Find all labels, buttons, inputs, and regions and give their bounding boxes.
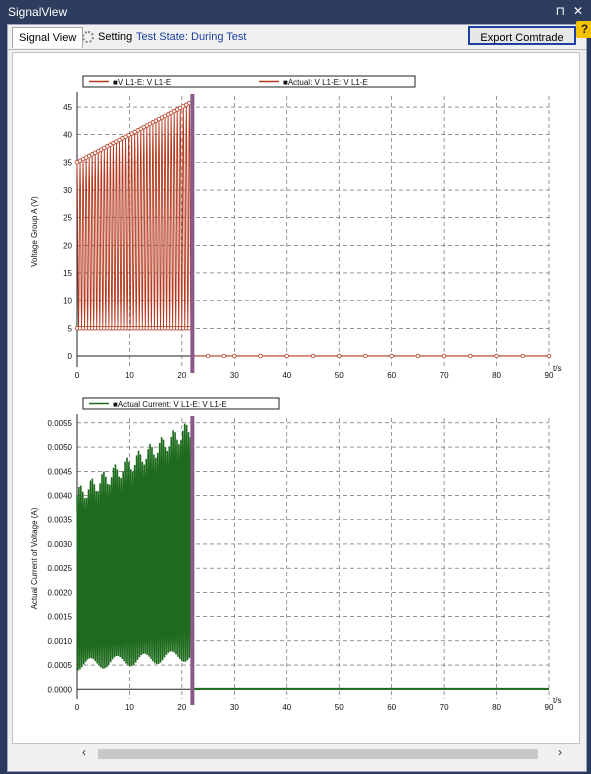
- test-state-label: Test State: During Test: [136, 31, 247, 43]
- voltage-xtick-label: 20: [177, 371, 186, 380]
- voltage-legend-label: ■V L1-E: V L1-E: [113, 78, 171, 87]
- voltage-ytick-label: 45: [63, 103, 72, 112]
- current-ytick-label: 0.0025: [48, 564, 73, 573]
- voltage-actual-point: [258, 353, 263, 359]
- tab-signal-view[interactable]: Signal View: [12, 27, 84, 48]
- voltage-actual-point: [415, 353, 421, 359]
- voltage-ytick-label: 20: [63, 241, 72, 250]
- scrollbar-thumb[interactable]: [98, 749, 538, 759]
- voltage-xtick-label: 60: [387, 371, 396, 380]
- voltage-ytick-label: 35: [63, 158, 72, 167]
- voltage-xtick-label: 30: [230, 371, 239, 380]
- voltage-actual-point: [284, 353, 289, 359]
- voltage-legend-label: ■Actual: V L1-E: V L1-E: [283, 78, 368, 87]
- voltage-actual-point: [520, 353, 525, 359]
- voltage-actual-point: [337, 353, 342, 359]
- current-xunit-label: t/s: [553, 696, 561, 705]
- voltage-xunit-label: t/s: [553, 364, 561, 373]
- window-title: SignalView: [8, 5, 68, 19]
- voltage-actual-point: [221, 353, 227, 359]
- help-icon[interactable]: ?: [576, 21, 591, 38]
- voltage-actual-point: [389, 353, 394, 359]
- scroll-right-icon[interactable]: ›: [558, 745, 562, 759]
- tab-setting-label: Setting: [98, 31, 133, 43]
- current-ytick-label: 0.0005: [48, 661, 73, 670]
- current-ytick-label: 0.0040: [48, 492, 73, 501]
- current-ytick-label: 0.0045: [48, 467, 73, 476]
- current-xtick-label: 0: [75, 703, 80, 712]
- current-chart: ■Actual Current: V L1-E: V L1-E 0.0000 0.0…: [30, 397, 561, 712]
- current-cursor-line: [190, 416, 195, 705]
- voltage-actual-point: [546, 353, 552, 359]
- current-xtick-label: 60: [387, 703, 396, 712]
- current-xtick-label: 20: [177, 703, 186, 712]
- export-comtrade-button[interactable]: Export Comtrade ...: [468, 26, 576, 63]
- voltage-ytick-label: 0: [68, 352, 73, 361]
- current-xtick-label: 30: [230, 703, 239, 712]
- current-ytick-label: 0.0035: [48, 516, 73, 525]
- voltage-actual-point: [310, 353, 316, 359]
- voltage-ytick-label: 15: [63, 269, 72, 278]
- voltage-ytick-label: 10: [63, 297, 72, 306]
- pin-icon[interactable]: ⊓: [556, 4, 565, 18]
- voltage-xtick-label: 40: [282, 371, 291, 380]
- voltage-actual-point: [468, 353, 473, 359]
- current-ylabel: Actual Current of Voltage (A): [30, 507, 39, 609]
- signalview-window: SignalView ⊓ ✕ Signal View Setting Test …: [0, 0, 591, 774]
- tab-setting[interactable]: Setting: [76, 27, 138, 47]
- voltage-ylabel: Voltage Group A (V): [30, 196, 39, 267]
- voltage-legend: ■V L1-E: V L1-E ■Actual: V L1-E: V L1-E: [82, 75, 416, 88]
- voltage-ytick-label: 30: [63, 186, 72, 195]
- current-ytick-label: 0.0055: [48, 419, 73, 428]
- horizontal-scrollbar[interactable]: ‹ ›: [82, 745, 562, 759]
- voltage-xtick-label: 10: [125, 371, 134, 380]
- voltage-xtick-label: 50: [335, 371, 344, 380]
- plot-area: ■V L1-E: V L1-E ■Actual: V L1-E: V L1-E 0 5…: [12, 52, 580, 744]
- charts-svg: ■V L1-E: V L1-E ■Actual: V L1-E: V L1-E 0 5…: [30, 75, 561, 712]
- voltage-actual-point: [363, 353, 368, 359]
- current-legend: ■Actual Current: V L1-E: V L1-E: [82, 397, 280, 410]
- voltage-actual-point: [441, 353, 447, 359]
- current-ytick-label: 0.0015: [48, 613, 73, 622]
- current-xtick-label: 70: [440, 703, 449, 712]
- voltage-ytick-label: 40: [63, 131, 72, 140]
- voltage-actual-point: [232, 353, 237, 359]
- current-xtick-label: 40: [282, 703, 291, 712]
- voltage-actual-point: [494, 353, 499, 359]
- client-area: Signal View Setting Test State: During T…: [7, 24, 587, 772]
- gear-icon: [82, 31, 94, 44]
- current-ytick-label: 0.0010: [48, 637, 73, 646]
- voltage-xtick-label: 70: [440, 371, 449, 380]
- voltage-signal-line: [76, 101, 193, 329]
- current-ytick-label: 0.0000: [48, 685, 73, 694]
- close-icon[interactable]: ✕: [573, 4, 583, 18]
- current-ytick-label: 0.0050: [48, 443, 73, 452]
- current-xtick-label: 80: [492, 703, 501, 712]
- tab-bar: Signal View Setting Test State: During T…: [8, 25, 586, 63]
- voltage-actual-point: [205, 353, 211, 359]
- voltage-xtick-label: 0: [75, 371, 80, 380]
- current-ytick-label: 0.0030: [48, 540, 73, 549]
- current-signal-line: [76, 423, 194, 671]
- current-xtick-label: 50: [335, 703, 344, 712]
- current-ytick-label: 0.0020: [48, 588, 73, 597]
- voltage-ytick-label: 5: [68, 324, 73, 333]
- current-legend-label: ■Actual Current: V L1-E: V L1-E: [113, 400, 227, 409]
- voltage-chart: ■V L1-E: V L1-E ■Actual: V L1-E: V L1-E 0 5…: [30, 75, 561, 380]
- title-bar: SignalView ⊓ ✕: [0, 0, 591, 24]
- voltage-xtick-label: 80: [492, 371, 501, 380]
- voltage-ytick-label: 25: [63, 214, 72, 223]
- voltage-cursor-line: [190, 94, 195, 373]
- current-xtick-label: 10: [125, 703, 134, 712]
- scroll-left-icon[interactable]: ‹: [82, 745, 86, 759]
